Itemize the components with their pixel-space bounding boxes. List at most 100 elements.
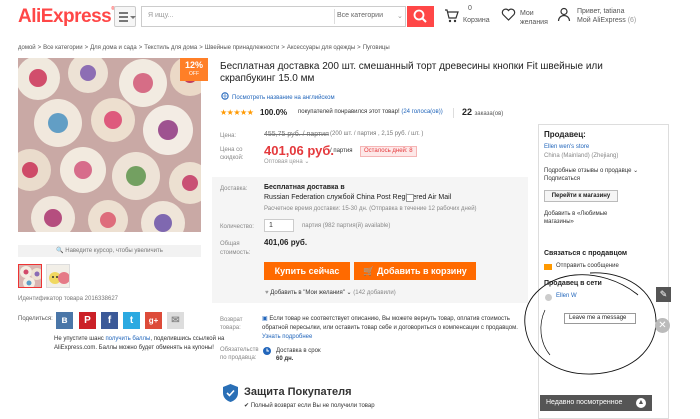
- breadcrumb-separator: >: [138, 45, 143, 51]
- go-to-store-button[interactable]: Перейти к магазину: [544, 190, 618, 202]
- cart-count: 0: [468, 5, 472, 12]
- add-to-wishlist-link[interactable]: ♥ Добавить в "Мои желания" ⌄ (142 добави…: [265, 289, 396, 296]
- shield-icon: [223, 384, 238, 402]
- search-placeholder: Я ищу...: [148, 12, 174, 19]
- breadcrumb: домой > Все категории > Для дома и сада > Текс…: [18, 45, 392, 51]
- buyer-protection-item: ✔ Полный возврат если Вы не получили тов…: [244, 403, 375, 409]
- search-category-select[interactable]: Все категории: [337, 12, 383, 19]
- original-price: 455,75 руб. / партия: [264, 131, 329, 138]
- sale-price: 401,06 руб.: [264, 143, 335, 158]
- aliexpress-logo[interactable]: AliExpress®: [18, 6, 115, 28]
- thumbnail-2[interactable]: [46, 264, 70, 288]
- rating-percentage: 100.0%: [260, 108, 288, 117]
- seller-feedback-link[interactable]: Подробные отзывы о продавце ⌄ Подписаться: [544, 167, 638, 183]
- chevron-up-icon: ▲: [636, 398, 646, 408]
- online-seller-link[interactable]: Ellen W: [556, 293, 577, 299]
- twitter-share-icon[interactable]: t: [123, 312, 140, 329]
- return-icon: ▣: [262, 316, 268, 322]
- user-icon[interactable]: [557, 7, 571, 22]
- shipping-dropdown-icon[interactable]: [406, 194, 414, 202]
- add-to-cart-button[interactable]: 🛒 Добавить в корзину: [354, 262, 476, 280]
- price-label: Цена:: [220, 133, 237, 139]
- share-coupon-text: Не упустите шанс получить баллы, поделив…: [54, 336, 225, 351]
- rating-votes-link[interactable]: (24 голоса(ов)): [401, 109, 442, 115]
- email-share-icon[interactable]: ✉: [167, 312, 184, 329]
- store-location: China (Mainland) (Zhejiang): [544, 153, 619, 159]
- seller-online-heading: Продавец в сети: [544, 280, 602, 287]
- search-input[interactable]: Я ищу... Все категории ⌄: [141, 6, 406, 27]
- return-policy-text: ▣ Если товар не соответствует описанию, …: [262, 316, 518, 340]
- learn-more-link[interactable]: Узнать подробнее: [262, 334, 312, 340]
- rating-stars: ★★★★★: [220, 108, 254, 117]
- shipping-title: Бесплатная доставка в: [264, 184, 345, 191]
- total-label: Общая стоимость:: [220, 241, 251, 256]
- thumbnail-1[interactable]: [18, 264, 42, 288]
- share-label: Поделиться:: [18, 316, 53, 322]
- return-label: Возврат товара:: [220, 317, 243, 331]
- quantity-note: партия (982 партия(й) available): [302, 223, 391, 229]
- lot-note: (200 шт. / партия , 2,15 руб. / шт. ): [330, 131, 424, 137]
- shipping-label: Доставка:: [220, 186, 248, 192]
- search-button[interactable]: [407, 6, 434, 27]
- translate-icon: [221, 92, 229, 100]
- seller-heading: Продавец:: [544, 130, 586, 139]
- breadcrumb-separator: >: [357, 45, 361, 51]
- breadcrumb-item[interactable]: домой: [18, 45, 36, 51]
- clock-icon: [263, 347, 271, 355]
- search-icon: [413, 9, 427, 23]
- heart-icon[interactable]: [501, 7, 516, 22]
- header: AliExpress® Я ищу... Все категории ⌄ 0 К…: [0, 0, 700, 38]
- delivery-guarantee: Доставка в срок 60 дн.: [276, 348, 321, 362]
- wishlist-link[interactable]: Мои желания: [520, 9, 548, 27]
- wholesale-price-link[interactable]: Оптовая цена ⌄: [264, 158, 309, 165]
- breadcrumb-separator: >: [199, 45, 203, 51]
- item-id: Идентификатор товара 2016338627: [18, 296, 119, 302]
- breadcrumb-item[interactable]: Для дома и сада: [90, 45, 137, 51]
- cart-icon[interactable]: [444, 8, 459, 23]
- product-main-image[interactable]: [18, 58, 201, 232]
- orders-count: 22 заказа(ов): [462, 107, 504, 117]
- pinterest-share-icon[interactable]: P: [79, 312, 96, 329]
- breadcrumb-separator: >: [281, 45, 285, 51]
- get-points-link[interactable]: получить баллы: [105, 336, 150, 342]
- breadcrumb-item[interactable]: Все категории: [43, 45, 82, 51]
- online-status-icon: [545, 294, 552, 301]
- contact-seller-heading: Связаться с продавцом: [544, 250, 628, 257]
- zoom-hint: 🔍 Наведите курсор, чтобы увеличить: [18, 245, 201, 257]
- breadcrumb-separator: >: [84, 45, 89, 51]
- breadcrumb-item[interactable]: Текстиль для дома: [144, 45, 197, 51]
- breadcrumb-item[interactable]: Швейные принадлежности: [205, 45, 280, 51]
- product-title: Бесплатная доставка 200 шт. смешанный то…: [220, 61, 603, 84]
- breadcrumb-item[interactable]: Аксессуары для одежды: [287, 45, 355, 51]
- googleplus-share-icon[interactable]: g+: [145, 312, 162, 329]
- view-english-title-link[interactable]: Посмотреть название на английском: [232, 95, 335, 101]
- quantity-label: Количество:: [220, 224, 254, 230]
- shipping-method[interactable]: Russian Federation службой China Post Re…: [264, 194, 451, 201]
- vk-share-icon[interactable]: в: [56, 312, 73, 329]
- per-lot-label: / партия: [330, 148, 353, 154]
- store-name-link[interactable]: Ellen wen's store: [544, 144, 589, 150]
- chevron-down-icon: ⌄: [397, 13, 403, 20]
- edit-icon[interactable]: ✎: [656, 287, 671, 302]
- quantity-input[interactable]: 1: [264, 219, 294, 232]
- breadcrumb-separator: >: [37, 45, 42, 51]
- send-message-link[interactable]: Отправить сообщение: [556, 263, 619, 269]
- total-price: 401,06 руб.: [264, 238, 308, 247]
- cart-label[interactable]: Корзина: [463, 17, 490, 24]
- discount-badge: 12% OFF: [180, 58, 208, 81]
- buy-now-button[interactable]: Купить сейчас: [264, 262, 350, 280]
- facebook-share-icon[interactable]: f: [101, 312, 118, 329]
- category-menu-button[interactable]: [114, 6, 136, 27]
- account-menu[interactable]: Привет, tatiana Мой AliExpress (6): [577, 7, 636, 25]
- add-favorite-store-link[interactable]: Добавить в «Любимые магазины»: [544, 210, 624, 226]
- sale-price-label: Цена со скидкой:: [220, 147, 244, 161]
- leave-message-tooltip: Leave me a message: [564, 313, 636, 324]
- rating-text: покупателей понравился этот товар! (24 г…: [298, 109, 443, 115]
- close-icon[interactable]: ✕: [655, 318, 670, 333]
- breadcrumb-item[interactable]: Пуговицы: [363, 45, 390, 51]
- buyer-protection-title: Защита Покупателя: [244, 386, 352, 398]
- recently-viewed-button[interactable]: Недавно посмотренное ▲: [540, 395, 652, 411]
- heart-icon: ♥: [265, 290, 269, 296]
- days-left-badge: Осталось дней: 8: [360, 146, 417, 157]
- message-icon: [544, 264, 552, 270]
